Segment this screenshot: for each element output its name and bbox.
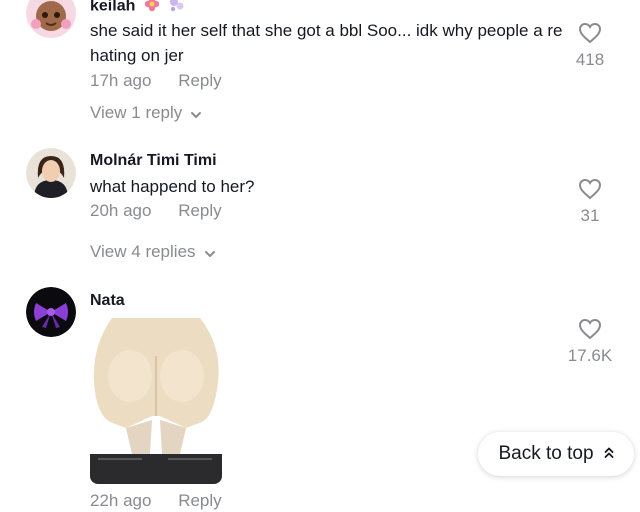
comment-username[interactable]: Molnár Timi Timi [90, 152, 217, 170]
heart-outline-icon [578, 22, 602, 44]
like-button[interactable]: 17.6K [566, 318, 614, 366]
view-replies-button[interactable]: View 4 replies [90, 242, 216, 263]
reply-button[interactable]: Reply [178, 491, 221, 510]
comment-username[interactable]: keilah [90, 0, 186, 17]
reply-button[interactable]: Reply [178, 201, 221, 220]
chevron-down-icon [204, 243, 216, 263]
comment-timestamp: 22h ago [90, 491, 152, 510]
view-replies-button[interactable]: View 1 reply [90, 103, 202, 124]
heart-outline-icon [578, 318, 602, 340]
reply-button[interactable]: Reply [178, 71, 221, 90]
like-count: 31 [580, 206, 600, 225]
like-button[interactable]: 418 [566, 22, 614, 70]
like-button[interactable]: 31 [566, 178, 614, 226]
like-count: 17.6K [567, 346, 613, 365]
comment-text: what happend to her? [90, 177, 255, 196]
double-chevron-up-icon [604, 443, 614, 465]
comment-meta: 17h ago Reply [90, 71, 222, 91]
comment-meta: 22h ago Reply [90, 491, 222, 511]
back-to-top-button[interactable]: Back to top [478, 432, 634, 476]
flower-emoji-icon [144, 0, 160, 17]
comment-text: she said it her self that she got a bbl … [90, 21, 563, 65]
heart-outline-icon [578, 178, 602, 200]
product-photo [90, 316, 222, 484]
comment-username[interactable]: Nata [90, 292, 125, 310]
avatar[interactable] [26, 0, 76, 38]
comment-timestamp: 20h ago [90, 201, 152, 220]
back-to-top-label: Back to top [498, 443, 594, 464]
comment-meta: 20h ago Reply [90, 201, 222, 221]
avatar[interactable] [26, 287, 76, 337]
comment-image[interactable] [90, 316, 222, 484]
comment-timestamp: 17h ago [90, 71, 152, 90]
bubbles-emoji-icon [168, 0, 186, 17]
like-count: 418 [575, 50, 605, 69]
chevron-down-icon [190, 104, 202, 124]
avatar[interactable] [26, 148, 76, 198]
